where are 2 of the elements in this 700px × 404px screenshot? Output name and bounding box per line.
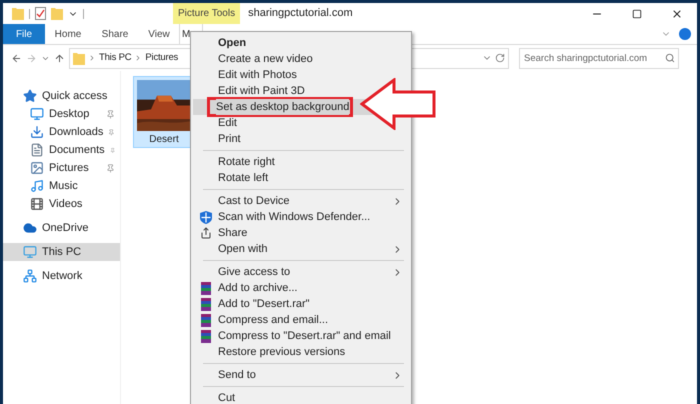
window-title: sharingpctutorial.com [248, 6, 353, 22]
context-tab-group: Picture Tools [173, 3, 240, 24]
